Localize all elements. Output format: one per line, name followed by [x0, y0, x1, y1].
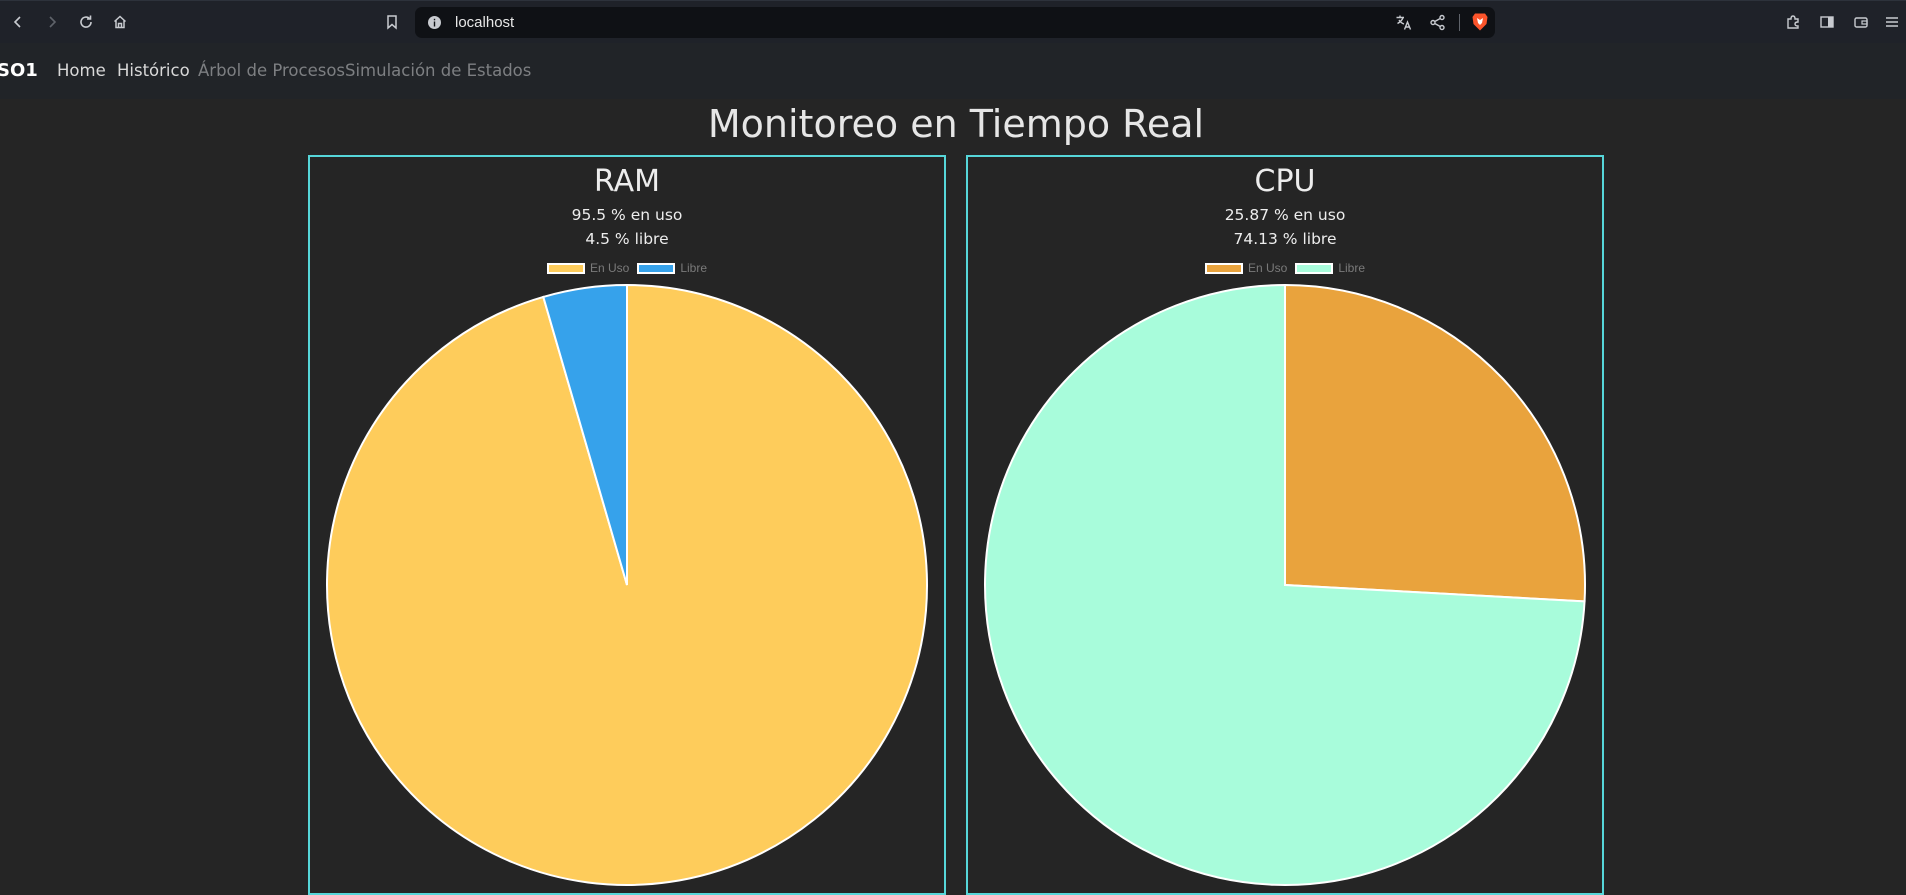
- nav-link-home[interactable]: Home: [57, 43, 106, 99]
- brave-shield-icon[interactable]: [1471, 12, 1489, 36]
- reload-icon[interactable]: [74, 10, 98, 34]
- address-bar[interactable]: localhost: [415, 7, 1495, 38]
- forward-icon[interactable]: [40, 10, 64, 34]
- cpu-chart-card: CPU 25.87 % en uso 74.13 % libre En Uso …: [966, 155, 1604, 895]
- ram-chart-card: RAM 95.5 % en uso 4.5 % libre En Uso Lib…: [308, 155, 946, 895]
- ram-pie-chart: [326, 283, 928, 886]
- share-icon[interactable]: [1429, 14, 1446, 35]
- back-icon[interactable]: [6, 10, 30, 34]
- app-navbar: SO1 Home Histórico Árbol de Procesos Sim…: [0, 43, 1906, 99]
- menu-icon[interactable]: [1880, 10, 1904, 34]
- cpu-pie-chart: [984, 283, 1586, 886]
- page-title: Monitoreo en Tiempo Real: [707, 102, 1205, 146]
- browser-toolbar: localhost: [0, 0, 1906, 43]
- nav-link-historico[interactable]: Histórico: [117, 43, 190, 99]
- navbar-brand[interactable]: SO1: [0, 43, 38, 99]
- sidebar-icon[interactable]: [1815, 10, 1839, 34]
- nav-link-arbol-procesos[interactable]: Árbol de Procesos: [198, 43, 345, 99]
- home-icon[interactable]: [108, 10, 132, 34]
- translate-icon[interactable]: [1395, 14, 1412, 35]
- url-text[interactable]: localhost: [455, 7, 514, 38]
- site-info-icon[interactable]: [427, 15, 442, 34]
- extensions-icon[interactable]: [1781, 10, 1805, 34]
- bookmark-icon[interactable]: [380, 10, 404, 34]
- toolbar-divider: [1459, 14, 1460, 31]
- cpu-slice-en-uso[interactable]: [1284, 283, 1586, 603]
- wallet-icon[interactable]: [1849, 10, 1873, 34]
- nav-link-simulacion-estados[interactable]: Simulación de Estados: [345, 43, 531, 99]
